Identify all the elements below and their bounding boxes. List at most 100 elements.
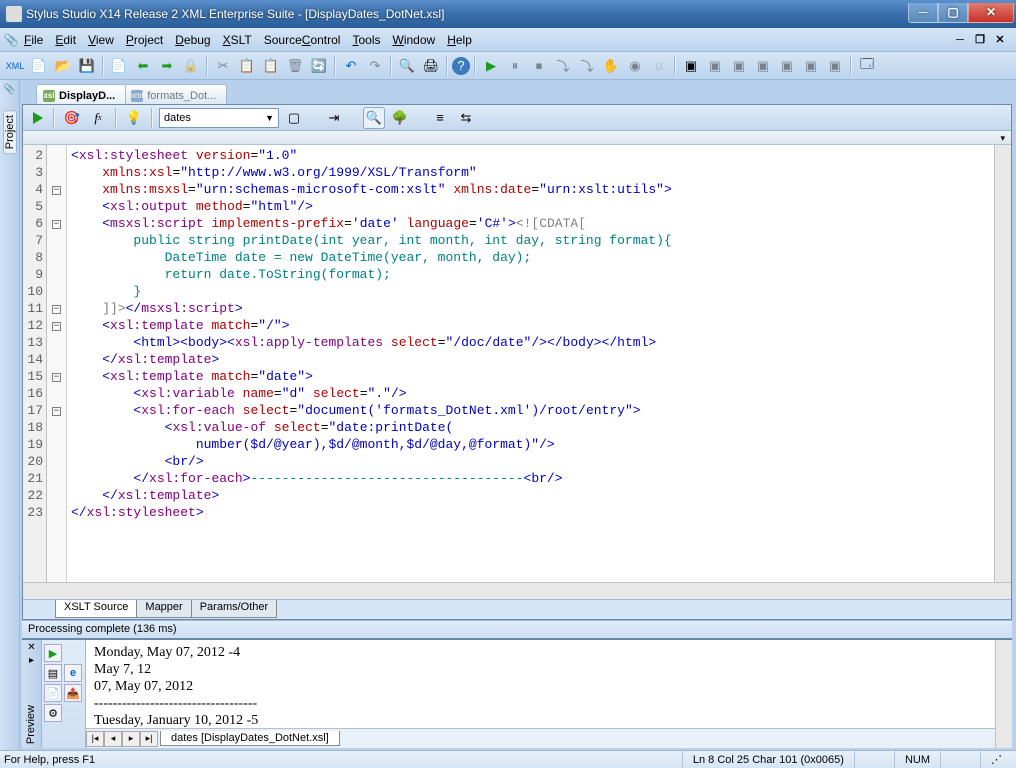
panel7-button[interactable]: ▣ (824, 55, 846, 77)
panel2-button[interactable]: ▣ (704, 55, 726, 77)
mdi-restore-button[interactable]: ❐ (972, 33, 988, 47)
close-button[interactable]: ✕ (968, 3, 1014, 23)
view1-button[interactable]: ▢ (283, 107, 305, 129)
context-combo[interactable]: dates ▼ (159, 108, 279, 128)
ie-view-button[interactable]: e (64, 664, 82, 682)
paste-button[interactable]: 📋 (260, 55, 282, 77)
add-document-button[interactable]: 📄 (108, 55, 130, 77)
editor-bottom-tabs: XSLT Source Mapper Params/Other (23, 599, 1011, 619)
preview-label: Preview (25, 705, 37, 744)
nav-first-button[interactable]: |◂ (86, 731, 104, 747)
preview-sidebar[interactable]: ✕ ▸ Preview (22, 640, 42, 748)
nav-last-button[interactable]: ▸| (140, 731, 158, 747)
menu-view[interactable]: View (82, 31, 120, 49)
doc-tab-formats[interactable]: xml formats_Dot... (124, 84, 227, 104)
statusbar: For Help, press F1 Ln 8 Col 25 Char 101 … (0, 750, 1016, 768)
indent-button[interactable]: ⇥ (323, 107, 345, 129)
back-button[interactable]: ⬅ (132, 55, 154, 77)
align-button[interactable]: ≡ (429, 107, 451, 129)
window-button[interactable]: 🗔 (856, 55, 878, 77)
export-button[interactable]: 📤 (64, 684, 82, 702)
tree-button[interactable]: 🌳 (389, 107, 411, 129)
menu-tools[interactable]: Tools (346, 31, 386, 49)
scenario-button[interactable]: 🎯 (61, 107, 83, 129)
preview-tab[interactable]: dates [DisplayDates_DotNet.xsl] (160, 731, 340, 746)
project-tab-label[interactable]: Project (3, 110, 17, 154)
resize-grip[interactable]: ⋰ (980, 751, 1012, 768)
redo-button[interactable]: ↷ (364, 55, 386, 77)
document-tabs: xsl DisplayD... xml formats_Dot... (22, 82, 1012, 104)
browser-view-button[interactable]: ▤ (44, 664, 62, 682)
undo-button[interactable]: ↶ (340, 55, 362, 77)
function-button[interactable]: fx (87, 107, 109, 129)
panel6-button[interactable]: ▣ (800, 55, 822, 77)
nav-prev-button[interactable]: ◂ (104, 731, 122, 747)
highlight-button[interactable]: 💡 (123, 107, 145, 129)
preview-scrollbar[interactable] (995, 640, 1012, 748)
save-button[interactable]: 💾 (76, 55, 98, 77)
menu-sourcecontrol[interactable]: SourceControl (258, 31, 347, 49)
open-button[interactable]: 📂 (52, 55, 74, 77)
debug-pause-button[interactable]: ⏸ (504, 55, 526, 77)
copy-button[interactable]: 📋 (236, 55, 258, 77)
vertical-scrollbar[interactable] (994, 145, 1011, 582)
close-icon[interactable]: ✕ (22, 640, 41, 653)
tab-xslt-source[interactable]: XSLT Source (55, 600, 137, 618)
wrap-button[interactable]: ⇆ (455, 107, 477, 129)
new-button[interactable]: 📄 (28, 55, 50, 77)
panel1-button[interactable]: ▣ (680, 55, 702, 77)
find-button[interactable]: 🔍 (396, 55, 418, 77)
titlebar: Stylus Studio X14 Release 2 XML Enterpri… (0, 0, 1016, 28)
tab-mapper[interactable]: Mapper (136, 600, 191, 618)
menu-help[interactable]: Help (441, 31, 478, 49)
fold-gutter[interactable]: − − −− − − (47, 145, 67, 582)
menu-edit[interactable]: Edit (49, 31, 82, 49)
minimize-button[interactable]: ─ (908, 3, 938, 23)
panel5-button[interactable]: ▣ (776, 55, 798, 77)
debug-stop-button[interactable]: ⏹ (528, 55, 550, 77)
nav-next-button[interactable]: ▸ (122, 731, 140, 747)
chevron-down-icon: ▼ (265, 113, 274, 123)
refresh-button[interactable]: 🔄 (308, 55, 330, 77)
clear-breakpoints-button[interactable]: ◌ (648, 55, 670, 77)
validate-button[interactable]: 🔍 (363, 107, 385, 129)
panel4-button[interactable]: ▣ (752, 55, 774, 77)
maximize-button[interactable]: ▢ (938, 3, 968, 23)
toggle-breakpoint-button[interactable]: ◉ (624, 55, 646, 77)
run-button[interactable] (33, 112, 43, 124)
delete-button[interactable]: 🗑 (284, 55, 306, 77)
help-button[interactable]: ? (452, 57, 470, 75)
step-over-button[interactable]: ⤵ (552, 55, 574, 77)
settings-button[interactable]: ⚙ (44, 704, 62, 722)
code-area: 2 3 4 5 6 7 8 9 10 11 12 13 14 15 16 17 … (23, 145, 1011, 582)
step-into-button[interactable]: ⤵ (576, 55, 598, 77)
code-content[interactable]: <xsl:stylesheet version="1.0" xmlns:xsl=… (67, 145, 994, 582)
doc-tab-displaydates[interactable]: xsl DisplayD... (36, 84, 126, 104)
mdi-close-button[interactable]: ✕ (992, 33, 1008, 47)
menu-xslt[interactable]: XSLT (217, 31, 258, 49)
xslt-icon: xsl (43, 90, 55, 102)
combo-value: dates (164, 112, 191, 124)
panel3-button[interactable]: ▣ (728, 55, 750, 77)
preview-run-button[interactable]: ▶ (44, 644, 62, 662)
menu-debug[interactable]: Debug (169, 31, 216, 49)
new-xml-button[interactable]: XML (4, 55, 26, 77)
ruler: ▾ (23, 131, 1011, 145)
tab-params[interactable]: Params/Other (191, 600, 277, 618)
mdi-minimize-button[interactable]: ─ (952, 33, 968, 47)
cut-button[interactable]: ✂ (212, 55, 234, 77)
print-button[interactable]: 🖨 (420, 55, 442, 77)
pin-icon[interactable]: ▸ (22, 653, 41, 666)
menu-file[interactable]: File (18, 31, 49, 49)
breakpoint-button[interactable]: ✋ (600, 55, 622, 77)
menu-project[interactable]: Project (120, 31, 169, 49)
debug-start-button[interactable]: ▶ (480, 55, 502, 77)
line-number-gutter: 2 3 4 5 6 7 8 9 10 11 12 13 14 15 16 17 … (23, 145, 47, 582)
horizontal-scrollbar[interactable] (23, 582, 1011, 599)
project-sidebar[interactable]: 📎 Project (0, 80, 20, 750)
text-view-button[interactable]: 📄 (44, 684, 62, 702)
lock-button[interactable]: 🔒 (180, 55, 202, 77)
window-title: Stylus Studio X14 Release 2 XML Enterpri… (26, 7, 908, 21)
forward-button[interactable]: ➡ (156, 55, 178, 77)
menu-window[interactable]: Window (387, 31, 442, 49)
